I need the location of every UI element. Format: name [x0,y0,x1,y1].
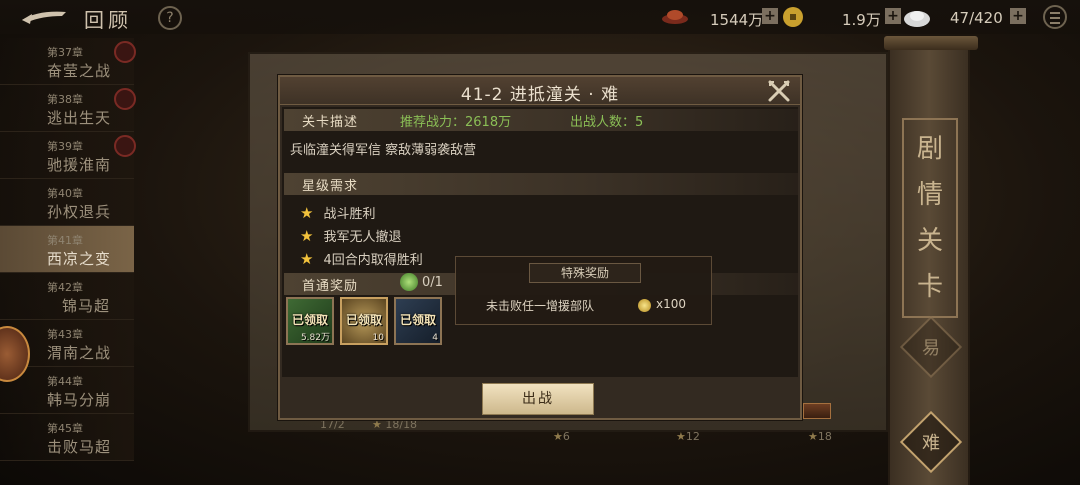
difficulty-hard-button[interactable]: 难 [899,410,963,474]
chapter-name: 锦马超 [62,297,111,315]
difficulty-easy-button[interactable]: 易 [899,315,963,379]
claimed-label: 已领取 [345,313,382,327]
add-stamina-button[interactable]: + [1010,8,1026,24]
jade-icon [400,273,418,291]
requirement-item: ★ 4回合内取得胜利 [300,250,423,268]
reward-item[interactable]: 已领取 4 [394,297,442,345]
chapter-number: 第40章 [47,187,83,200]
scroll-title-char: 剧 [916,134,943,164]
add-silver-button[interactable]: + [762,8,778,24]
claimed-label: 已领取 [399,313,436,327]
chapter-number: 第37章 [47,46,83,59]
back-arrow-icon[interactable] [18,6,70,28]
gold-coin-icon [638,299,651,312]
scroll-top-cap [884,36,978,50]
milestone-star-6[interactable]: ★6 [553,430,570,443]
first-clear-count: 0/1 [422,275,443,290]
stage-detail-dialog: 41-2 进抵潼关 · 难 关卡描述 推荐战力：2618万 出战人数：5 兵临潼… [278,75,802,420]
resource-gold-value: 1.9万 [842,11,881,29]
recommended-power: 推荐战力：2618万 [400,115,512,130]
star-icon: ★ [300,204,314,222]
help-button[interactable]: ? [158,6,182,30]
chapter-name: 奋莹之战 [47,62,112,80]
chapter-item[interactable]: 第42章 锦马超 [0,273,134,320]
star-icon: ★ [300,250,314,268]
resource-stamina-value: 47/420 [950,9,1003,27]
chapter-name: 孙权退兵 [47,203,112,221]
tooltip-reward-qty: x100 [656,297,687,311]
chapter-name: 韩马分崩 [47,391,112,409]
milestone-star-12[interactable]: ★12 [676,430,700,443]
star-icon: ★ [300,227,314,245]
chapter-item-selected[interactable]: 第41章 西凉之变 [0,226,134,273]
chapter-number: 第42章 [47,281,83,294]
requirement-item: ★ 我军无人撤退 [300,227,402,245]
dialog-title: 41-2 进抵潼关 · 难 [460,85,620,105]
seal-icon [114,88,136,110]
requirement-item: ★ 战斗胜利 [300,204,376,222]
scroll-title-char: 卡 [916,272,943,302]
chapter-list: 第37章 奋莹之战 第38章 逃出生天 第39章 驰援淮南 第40章 孙权退兵 … [0,38,136,461]
chapter-number: 第39章 [47,140,83,153]
chapter-name: 驰援淮南 [47,156,112,174]
reward-qty: 5.82万 [300,333,330,343]
battle-button[interactable]: 出战 [482,383,594,415]
story-stage-scroll: 剧 情 关 卡 易 难 [884,36,978,485]
special-reward-tooltip: 特殊奖励 未击败任一增援部队 x100 [455,256,712,325]
chapter-number: 第38章 [47,93,83,106]
scroll-title-char: 关 [916,226,943,256]
chapter-name: 西凉之变 [47,250,112,268]
dialog-content: 关卡描述 推荐战力：2618万 出战人数：5 兵临潼关得军信 察敌薄弱袭敌营 星… [282,107,798,377]
scroll-title: 剧 情 关 卡 [902,118,958,318]
reward-item[interactable]: 已领取 10 [340,297,388,345]
chapter-item[interactable]: 第38章 逃出生天 [0,85,136,132]
chapter-name: 逃出生天 [47,109,112,127]
gold-coin-icon [783,7,803,27]
reward-qty: 10 [372,333,384,343]
star-requirement-header: 星级需求 [284,173,798,195]
reward-qty: 4 [432,333,438,343]
milestone-star-18[interactable]: ★18 [808,430,832,443]
ingot-icon [662,10,688,24]
star-requirement-label: 星级需求 [302,179,359,194]
tooltip-title: 特殊奖励 [529,263,641,283]
chapter-item[interactable]: 第37章 奋莹之战 [0,38,136,85]
stamina-bun-icon [904,11,930,27]
add-gold-button[interactable]: + [885,8,901,24]
chapter-item[interactable]: 第45章 击败马超 [0,414,134,461]
page-title: 回顾 [84,8,132,32]
chapter-item[interactable]: 第39章 驰援淮南 [0,132,136,179]
seal-icon [114,135,136,157]
stage-desc-label: 关卡描述 [302,115,359,130]
chapter-item[interactable]: 第40章 孙权退兵 [0,179,134,226]
stage-info-header: 关卡描述 推荐战力：2618万 出战人数：5 [284,109,798,131]
chapter-name: 击败马超 [47,438,112,456]
fighter-count: 出战人数：5 [570,115,644,130]
resource-silver-value: 1544万 [710,11,764,29]
scroll-title-char: 情 [916,180,943,210]
top-bar: 回顾 ? 1544万 + 1.9万 + 47/420 + [0,0,1080,34]
chapter-number: 第43章 [47,328,83,341]
tooltip-condition: 未击败任一增援部队 [486,299,595,313]
treasure-chest-icon[interactable] [803,403,831,419]
stage-description: 兵临潼关得军信 察敌薄弱袭敌营 [290,143,477,158]
chapter-name: 渭南之战 [47,344,112,362]
first-clear-label: 首通奖励 [302,279,359,294]
seal-icon [114,41,136,63]
close-icon[interactable] [767,79,791,103]
chapter-number: 第45章 [47,422,83,435]
menu-button[interactable] [1043,5,1067,29]
claimed-label: 已领取 [291,313,328,327]
chapter-number: 第44章 [47,375,83,388]
chapter-number: 第41章 [47,234,83,247]
reward-item[interactable]: 已领取 5.82万 [286,297,334,345]
